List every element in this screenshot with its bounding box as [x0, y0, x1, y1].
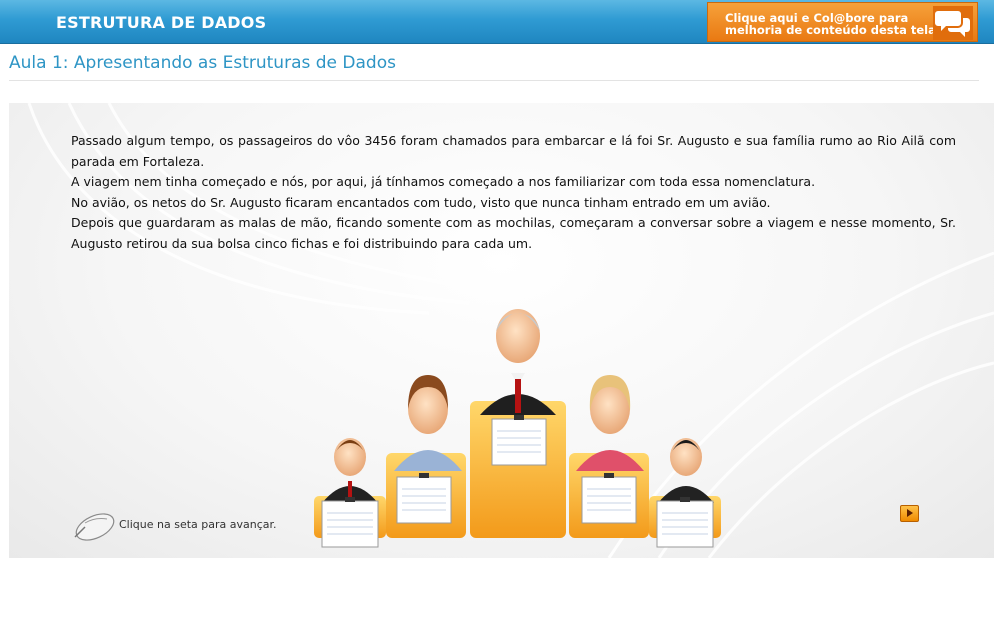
collaborate-label: Clique aqui e Col@bore para melhoria de … — [725, 11, 936, 37]
story-text: Passado algum tempo, os passageiros do v… — [71, 131, 956, 254]
collaborate-button[interactable]: Clique aqui e Col@bore para melhoria de … — [707, 2, 978, 42]
next-arrow-icon — [907, 509, 913, 517]
navigation-hint: Clique na seta para avançar. — [71, 507, 281, 541]
speech-bubbles-icon — [933, 6, 973, 40]
hint-label: Clique na seta para avançar. — [119, 518, 277, 531]
paragraph: Depois que guardaram as malas de mão, fi… — [71, 215, 956, 251]
lesson-title: Aula 1: Apresentando as Estruturas de Da… — [9, 53, 396, 73]
family-podium-illustration — [314, 309, 721, 548]
paragraph: Passado algum tempo, os passageiros do v… — [71, 133, 956, 169]
next-button[interactable] — [900, 505, 919, 522]
mouse-icon — [74, 513, 115, 541]
course-title: ESTRUTURA DE DADOS — [56, 13, 267, 32]
paragraph: No avião, os netos do Sr. Augusto ficara… — [71, 194, 771, 210]
content-panel: Passado algum tempo, os passageiros do v… — [9, 103, 994, 558]
title-divider — [9, 80, 979, 81]
top-bar: ESTRUTURA DE DADOS Clique aqui e Col@bor… — [0, 0, 994, 44]
paragraph: A viagem nem tinha começado e nós, por a… — [71, 174, 816, 189]
